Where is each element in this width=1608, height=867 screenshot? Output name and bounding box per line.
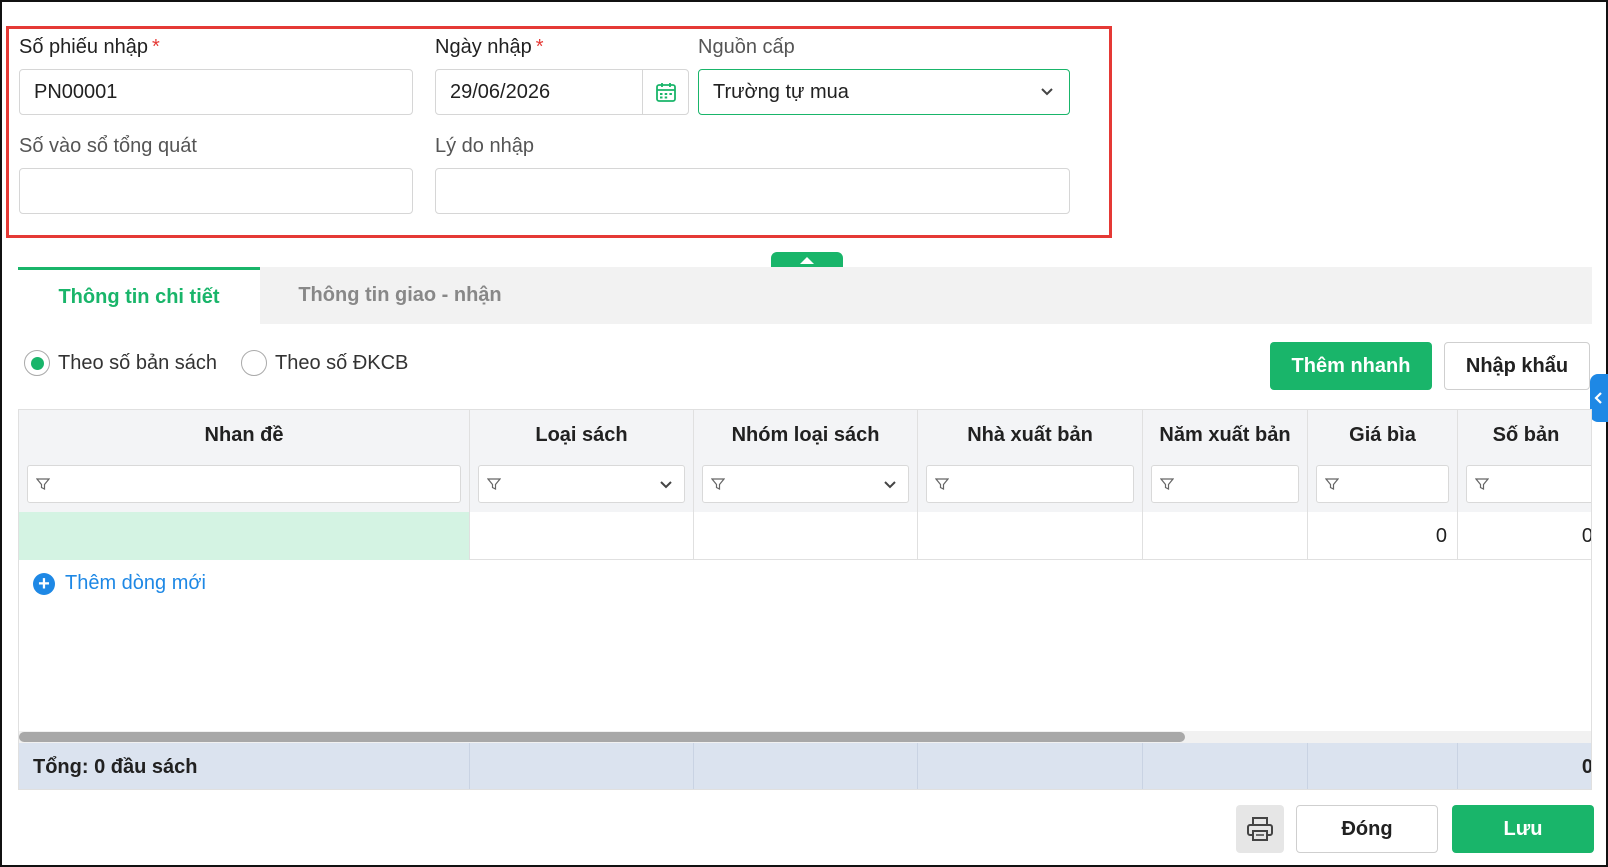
side-panel-toggle[interactable] xyxy=(1590,374,1608,422)
them-nhanh-button[interactable]: Thêm nhanh xyxy=(1270,342,1432,390)
dong-button[interactable]: Đóng xyxy=(1296,805,1438,853)
add-row-label: Thêm dòng mới xyxy=(65,572,206,594)
so-vao-so-input[interactable] xyxy=(19,168,413,214)
calendar-icon[interactable] xyxy=(642,70,688,114)
col-title: Giá bìa xyxy=(1349,424,1416,446)
print-button[interactable] xyxy=(1236,805,1284,853)
radio-label-theo-so-dkcb: Theo số ĐKCB xyxy=(275,351,409,374)
filter-gia-bia[interactable] xyxy=(1316,465,1449,503)
cell-nha-xuat-ban[interactable] xyxy=(918,512,1143,560)
add-row-button[interactable]: + Thêm dòng mới xyxy=(33,572,206,595)
table-row[interactable]: 0 0 xyxy=(19,512,1591,560)
so-phieu-input[interactable]: PN00001 xyxy=(19,69,413,115)
tab-thong-tin-chi-tiet[interactable]: Thông tin chi tiết xyxy=(18,267,260,324)
chevron-down-icon xyxy=(1041,88,1053,96)
plus-icon: + xyxy=(33,572,55,595)
nhap-khau-button[interactable]: Nhập khẩu xyxy=(1444,342,1590,390)
footer-total: Tổng: 0 đầu sách xyxy=(19,743,470,789)
so-vao-so-label: Số vào sổ tổng quát xyxy=(19,135,197,157)
footer-cell xyxy=(1308,743,1458,789)
filter-nhom-loai-sach[interactable] xyxy=(702,465,909,503)
chevron-down-icon xyxy=(884,481,896,489)
footer-cell xyxy=(694,743,918,789)
filter-icon xyxy=(935,478,949,490)
col-loai-sach: Loại sách xyxy=(470,410,694,512)
printer-icon xyxy=(1247,817,1273,841)
cell-nhan-de[interactable] xyxy=(19,512,470,560)
filter-loai-sach[interactable] xyxy=(478,465,685,503)
cell-loai-sach[interactable] xyxy=(470,512,694,560)
cell-nhom-loai-sach[interactable] xyxy=(694,512,918,560)
books-grid: Nhan đề Loại sách Nhóm loại sách Nhà xuấ… xyxy=(18,409,1592,790)
col-title: Loại sách xyxy=(535,424,628,446)
radio-label-theo-so-ban-sach: Theo số bản sách xyxy=(58,351,217,374)
mode-radio-group: Theo số bản sách Theo số ĐKCB xyxy=(24,350,408,376)
filter-icon xyxy=(36,478,50,490)
col-so-ban: Số bản xyxy=(1458,410,1591,512)
ngay-nhap-input[interactable]: 29/06/2026 xyxy=(435,69,689,115)
so-phieu-label: Số phiếu nhập * xyxy=(19,36,160,58)
filter-icon xyxy=(711,478,725,490)
col-title: Nhan đề xyxy=(204,424,284,446)
filter-icon xyxy=(1325,478,1339,490)
filter-icon xyxy=(1475,478,1489,490)
ngay-nhap-label: Ngày nhập * xyxy=(435,36,544,58)
filter-icon xyxy=(1160,478,1174,490)
col-gia-bia: Giá bìa xyxy=(1308,410,1458,512)
col-nha-xuat-ban: Nhà xuất bản xyxy=(918,410,1143,512)
footer-so-ban-total: 0 xyxy=(1581,755,1592,778)
footer-cell xyxy=(470,743,694,789)
cell-nam-xuat-ban[interactable] xyxy=(1143,512,1308,560)
footer-cell xyxy=(1143,743,1308,789)
cell-gia-bia[interactable]: 0 xyxy=(1308,512,1458,560)
horizontal-scrollbar[interactable] xyxy=(19,731,1591,743)
tab-bar: Thông tin chi tiết Thông tin giao - nhận xyxy=(18,267,1592,324)
grid-footer: Tổng: 0 đầu sách 0 xyxy=(19,743,1592,789)
collapse-toggle-button[interactable] xyxy=(771,252,843,267)
chevron-left-icon xyxy=(1594,392,1602,404)
ly-do-label: Lý do nhập xyxy=(435,135,534,157)
cell-so-ban[interactable]: 0 xyxy=(1458,512,1591,560)
col-title: Nhà xuất bản xyxy=(967,424,1093,446)
col-title: Nhóm loại sách xyxy=(731,424,880,446)
nguon-cap-label: Nguồn cấp xyxy=(698,36,795,58)
col-nam-xuat-ban: Năm xuất bản xyxy=(1143,410,1308,512)
ly-do-input[interactable] xyxy=(435,168,1070,214)
footer-cell xyxy=(918,743,1143,789)
filter-icon xyxy=(487,478,501,490)
radio-theo-so-ban-sach[interactable] xyxy=(24,350,50,376)
luu-button[interactable]: Lưu xyxy=(1452,805,1594,853)
filter-nhan-de[interactable] xyxy=(27,465,461,503)
filter-nam-xuat-ban[interactable] xyxy=(1151,465,1299,503)
grid-header: Nhan đề Loại sách Nhóm loại sách Nhà xuấ… xyxy=(19,410,1591,512)
col-title: Số bản xyxy=(1492,424,1560,446)
radio-theo-so-dkcb[interactable] xyxy=(241,350,267,376)
tab-thong-tin-giao-nhan[interactable]: Thông tin giao - nhận xyxy=(260,267,540,324)
chevron-down-icon xyxy=(660,481,672,489)
scrollbar-thumb[interactable] xyxy=(19,732,1185,742)
filter-nha-xuat-ban[interactable] xyxy=(926,465,1134,503)
col-title: Năm xuất bản xyxy=(1159,424,1291,446)
col-nhan-de: Nhan đề xyxy=(19,410,470,512)
filter-so-ban[interactable] xyxy=(1466,465,1591,503)
nguon-cap-select[interactable]: Trường tự mua xyxy=(698,69,1070,115)
col-nhom-loai-sach: Nhóm loại sách xyxy=(694,410,918,512)
